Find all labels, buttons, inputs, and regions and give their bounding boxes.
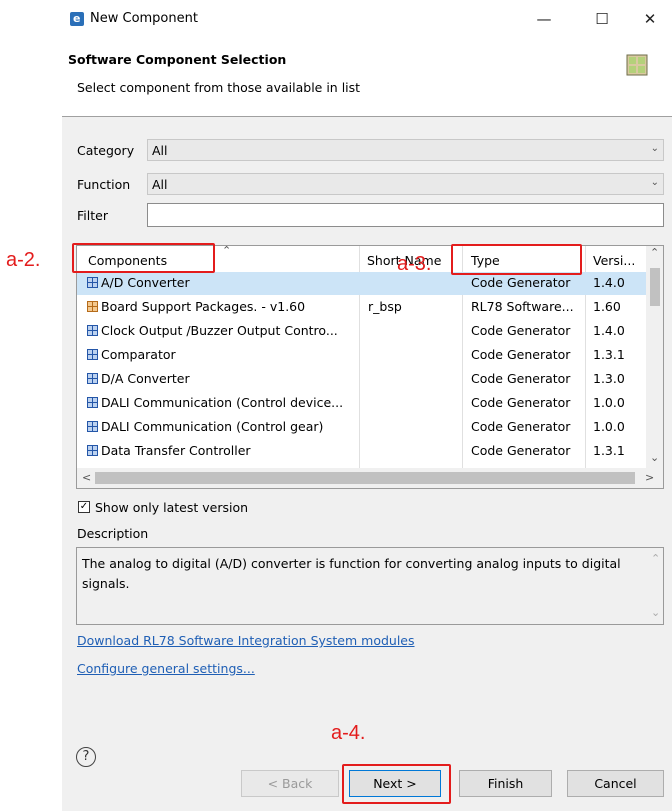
vertical-scroll-thumb[interactable]	[650, 268, 660, 306]
close-button[interactable]: ✕	[630, 6, 670, 32]
package-icon	[87, 301, 98, 312]
category-label: Category	[77, 143, 135, 158]
show-latest-label[interactable]: Show only latest version	[95, 500, 248, 515]
function-label: Function	[77, 177, 131, 192]
cell-component-name: DALI Communication (Control device...	[101, 395, 344, 410]
horizontal-scroll-thumb[interactable]	[95, 472, 635, 484]
table-row[interactable]: DALI Communication (Control device... Cod…	[77, 392, 647, 415]
scroll-right-icon[interactable]: >	[645, 471, 654, 484]
annotation-a3: a-3.	[397, 253, 432, 275]
cell-component-name: Clock Output /Buzzer Output Contro...	[101, 323, 338, 338]
chevron-down-icon: ⌄	[650, 177, 659, 188]
description-box: The analog to digital (A/D) converter is…	[76, 547, 664, 625]
description-text: The analog to digital (A/D) converter is…	[82, 556, 621, 591]
scroll-up-icon[interactable]: ⌃	[650, 246, 659, 259]
cell-component-name: Data Transfer Controller	[101, 443, 251, 458]
component-icon	[87, 397, 98, 408]
column-header-version[interactable]: Versi...	[593, 246, 635, 272]
component-icon	[87, 373, 98, 384]
component-icon	[87, 277, 98, 288]
component-icon	[87, 445, 98, 456]
cell-component-name: DALI Communication (Control gear)	[101, 419, 324, 434]
cell-version: 1.0.0	[593, 419, 625, 434]
function-select[interactable]: All ⌄	[147, 173, 664, 195]
scroll-down-icon[interactable]: ⌄	[650, 451, 659, 464]
cell-type: Code Generator	[471, 347, 571, 362]
sort-indicator-icon: ⌃	[222, 245, 232, 257]
finish-button[interactable]: Finish	[459, 770, 552, 797]
show-latest-checkbox[interactable]: ✓	[78, 501, 90, 513]
app-icon: e	[70, 12, 84, 26]
table-row[interactable]: D/A Converter Code Generator 1.3.0	[77, 368, 647, 391]
cell-version: 1.3.1	[593, 443, 625, 458]
cell-type: Code Generator	[471, 323, 571, 338]
horizontal-scrollbar[interactable]: < >	[77, 468, 663, 488]
cell-version: 1.60	[593, 299, 621, 314]
page-title: Software Component Selection	[68, 52, 287, 67]
filter-label: Filter	[77, 208, 108, 223]
highlight-box-next-button	[342, 764, 451, 804]
cell-version: 1.0.0	[593, 395, 625, 410]
highlight-box-code-generator	[451, 244, 582, 275]
cell-type: Code Generator	[471, 275, 571, 290]
wizard-header	[62, 38, 672, 116]
cell-short-name: r_bsp	[368, 299, 402, 314]
table-row[interactable]: Clock Output /Buzzer Output Contro... Cod…	[77, 320, 647, 343]
annotation-a2: a-2.	[6, 249, 41, 271]
description-label: Description	[77, 526, 149, 541]
function-value: All	[152, 177, 168, 192]
window-title: New Component	[90, 11, 198, 26]
cell-version: 1.4.0	[593, 323, 625, 338]
maximize-button[interactable]: ☐	[582, 6, 622, 32]
chevron-down-icon: ⌄	[650, 143, 659, 154]
table-row[interactable]: Data Transfer Controller Code Generator 1.…	[77, 440, 647, 463]
cell-version: 1.4.0	[593, 275, 625, 290]
cell-component-name: Board Support Packages. - v1.60	[101, 299, 306, 314]
scroll-left-icon[interactable]: <	[82, 471, 91, 484]
table-row[interactable]: A/D Converter Code Generator 1.4.0	[77, 272, 647, 295]
filter-input[interactable]	[147, 203, 664, 227]
cell-type: Code Generator	[471, 371, 571, 386]
cell-component-name: A/D Converter	[101, 275, 190, 290]
cell-type: Code Generator	[471, 443, 571, 458]
table-row[interactable]: Board Support Packages. - v1.60 r_bsp RL78…	[77, 296, 647, 319]
highlight-box-ad-converter	[72, 243, 215, 273]
cell-version: 1.3.0	[593, 371, 625, 386]
cell-version: 1.3.1	[593, 347, 625, 362]
page-subtitle: Select component from those available in…	[77, 80, 361, 95]
configure-settings-link[interactable]: Configure general settings...	[77, 661, 255, 676]
help-icon[interactable]: ?	[76, 747, 96, 767]
component-icon	[87, 349, 98, 360]
component-icon	[87, 421, 98, 432]
table-row[interactable]: DALI Communication (Control gear) Code Ge…	[77, 416, 647, 439]
category-select[interactable]: All ⌄	[147, 139, 664, 161]
cell-type: RL78 Software...	[471, 299, 574, 314]
component-wizard-icon	[626, 54, 648, 76]
scroll-down-icon[interactable]: ⌄	[651, 606, 660, 619]
cell-component-name: Comparator	[101, 347, 176, 362]
table-row[interactable]: Comparator Code Generator 1.3.1	[77, 344, 647, 367]
scroll-up-icon[interactable]: ⌃	[651, 552, 660, 565]
cell-component-name: D/A Converter	[101, 371, 190, 386]
components-table[interactable]: Components ⌃ Short Name Type Versi... A/…	[76, 245, 664, 489]
back-button[interactable]: < Back	[241, 770, 339, 797]
minimize-button[interactable]: —	[524, 6, 564, 32]
vertical-scrollbar[interactable]: ⌃ ⌄	[646, 246, 663, 468]
cell-type: Code Generator	[471, 395, 571, 410]
annotation-a4: a-4.	[331, 722, 366, 744]
component-icon	[87, 325, 98, 336]
cancel-button[interactable]: Cancel	[567, 770, 664, 797]
download-modules-link[interactable]: Download RL78 Software Integration Syste…	[77, 633, 415, 648]
category-value: All	[152, 143, 168, 158]
cell-type: Code Generator	[471, 419, 571, 434]
